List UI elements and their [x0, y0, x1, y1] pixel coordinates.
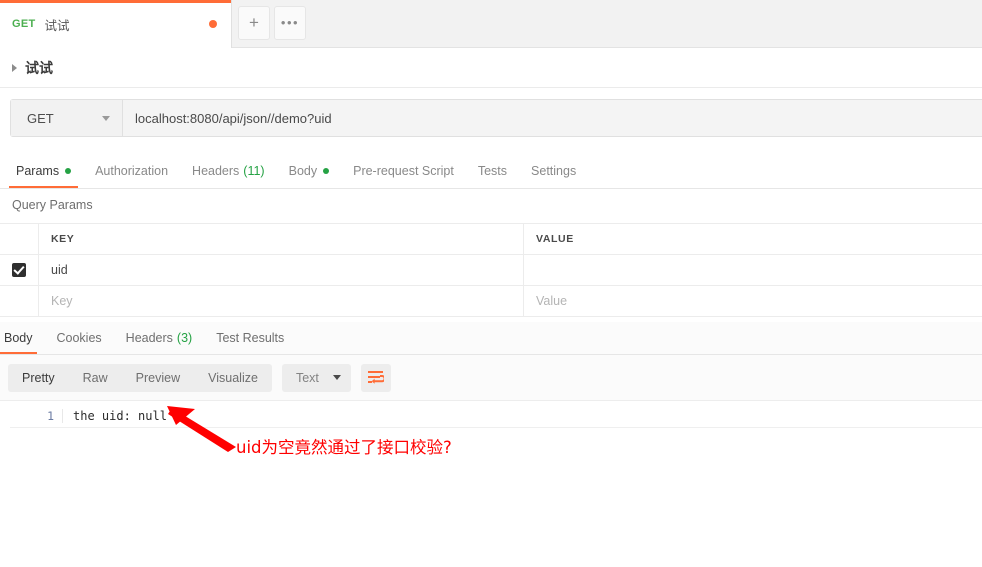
param-enabled-checkbox[interactable]	[12, 263, 26, 277]
response-tab-headers[interactable]: Headers (3)	[114, 321, 205, 354]
tab-tests-label: Tests	[477, 164, 508, 178]
header-cell-checkbox	[0, 224, 39, 254]
view-visualize-button[interactable]: Visualize	[194, 364, 272, 392]
tab-headers-label: Headers	[192, 164, 240, 178]
response-body-line: 1 the uid: null	[0, 407, 982, 425]
chevron-down-icon	[332, 375, 341, 380]
view-raw-button[interactable]: Raw	[69, 364, 122, 392]
http-method-label: GET	[27, 110, 54, 126]
response-tab-test-results[interactable]: Test Results	[204, 321, 296, 354]
tab-options-button[interactable]: •••	[274, 6, 306, 40]
request-section-tabs: Params Authorization Headers (11) Body P…	[0, 155, 982, 189]
new-tab-button[interactable]: +	[238, 6, 270, 40]
view-preview-label: Preview	[135, 370, 181, 385]
chevron-down-icon	[102, 115, 110, 121]
url-input[interactable]: localhost:8080/api/json//demo?uid	[123, 100, 982, 136]
line-number: 1	[47, 409, 54, 423]
row-checkbox-cell[interactable]	[0, 255, 39, 285]
tab-authorization-label: Authorization	[95, 164, 169, 178]
response-tab-headers-label: Headers	[125, 330, 173, 345]
annotation-text: uid为空竟然通过了接口校验?	[236, 438, 452, 457]
tab-params[interactable]: Params	[4, 154, 83, 188]
response-tab-cookies[interactable]: Cookies	[45, 321, 114, 354]
collection-name: 试试	[25, 59, 53, 76]
url-input-value: localhost:8080/api/json//demo?uid	[135, 110, 332, 126]
response-tab-test-results-label: Test Results	[216, 330, 285, 345]
response-tab-body-label: Body	[4, 330, 33, 345]
tab-body[interactable]: Body	[277, 154, 342, 188]
tab-settings-label: Settings	[531, 164, 577, 178]
tab-headers-count: (11)	[243, 164, 265, 178]
word-wrap-toggle[interactable]	[360, 363, 391, 392]
http-method-select[interactable]: GET	[11, 100, 123, 136]
key-placeholder: Key	[51, 294, 73, 308]
table-row[interactable]: uid	[0, 255, 982, 286]
unsaved-changes-dot	[209, 20, 217, 28]
response-toolbar: Pretty Raw Preview Visualize Text	[0, 355, 982, 401]
tab-settings[interactable]: Settings	[519, 154, 588, 188]
response-tab-body[interactable]: Body	[0, 321, 45, 354]
ellipsis-icon: •••	[280, 15, 300, 30]
table-row-empty[interactable]: Key Value	[0, 286, 982, 317]
response-format-select[interactable]: Text	[281, 363, 351, 392]
tab-tests[interactable]: Tests	[466, 154, 519, 188]
request-tab-strip: GET 试试 + •••	[0, 0, 982, 48]
response-format-label: Text	[295, 370, 319, 385]
tab-headers[interactable]: Headers (11)	[180, 154, 277, 188]
body-present-dot	[323, 168, 330, 174]
view-pretty-label: Pretty	[22, 370, 55, 385]
caret-right-icon[interactable]	[12, 63, 17, 72]
header-cell-value: VALUE	[524, 224, 982, 254]
view-preview-button[interactable]: Preview	[122, 364, 194, 392]
active-tab-indicator	[0, 0, 231, 3]
tab-pre-request-script-label: Pre-request Script	[353, 164, 454, 178]
value-placeholder: Value	[536, 294, 568, 308]
tab-pre-request-script[interactable]: Pre-request Script	[341, 154, 466, 188]
response-view-switcher: Pretty Raw Preview Visualize	[8, 363, 272, 392]
view-pretty-button[interactable]: Pretty	[8, 364, 69, 392]
header-cell-key: KEY	[39, 224, 524, 254]
tab-params-label: Params	[16, 164, 60, 178]
response-section-tabs: Body Cookies Headers (3) Test Results	[0, 322, 982, 355]
row-key-cell[interactable]: uid	[39, 255, 524, 285]
response-tab-headers-count: (3)	[176, 330, 193, 345]
empty-row-value-cell[interactable]: Value	[524, 286, 982, 316]
tab-body-label: Body	[288, 164, 318, 178]
breadcrumb[interactable]: 试试	[0, 48, 982, 88]
word-wrap-icon	[368, 371, 385, 384]
response-body-viewer[interactable]: 1 the uid: null	[0, 401, 982, 567]
response-body-text: the uid: null	[62, 409, 167, 423]
postman-window: GET 试试 + ••• 试试 GET localhost:8080/api/j…	[0, 0, 982, 567]
param-key-value: uid	[51, 263, 68, 277]
row-value-cell[interactable]	[524, 255, 982, 285]
request-tab-title: 试试	[44, 18, 70, 33]
view-raw-label: Raw	[82, 370, 108, 385]
url-bar: GET localhost:8080/api/json//demo?uid	[10, 99, 982, 137]
tab-authorization[interactable]: Authorization	[83, 154, 180, 188]
query-params-table: KEY VALUE uid Key Value	[0, 223, 982, 317]
view-visualize-label: Visualize	[208, 370, 258, 385]
request-tab-method: GET	[12, 18, 36, 30]
plus-icon: +	[249, 13, 259, 32]
column-header-value: VALUE	[536, 233, 574, 245]
response-tab-cookies-label: Cookies	[56, 330, 102, 345]
empty-row-checkbox-cell[interactable]	[0, 286, 39, 316]
request-tab-shishi[interactable]: GET 试试	[0, 0, 232, 48]
empty-row-key-cell[interactable]: Key	[39, 286, 524, 316]
params-present-dot	[65, 168, 72, 174]
tab-strip-filler	[306, 0, 982, 47]
table-header-row: KEY VALUE	[0, 224, 982, 255]
response-line-divider	[10, 427, 982, 428]
column-header-key: KEY	[51, 233, 75, 245]
query-params-title: Query Params	[12, 198, 93, 212]
